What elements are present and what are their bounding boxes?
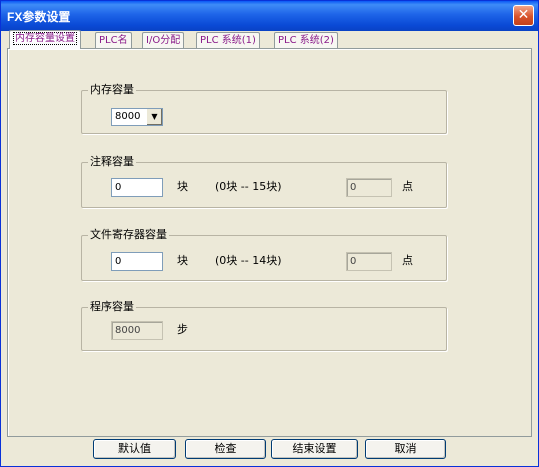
fx-parameter-settings-window: FX参数设置 ✕ 内存容量设置 PLC名 I/O分配 PLC 系统(1) PLC… bbox=[0, 0, 539, 467]
file-register-capacity-group: 文件寄存器容量 0 块 (0块 -- 14块) 0 点 bbox=[81, 228, 447, 281]
close-icon: ✕ bbox=[517, 7, 530, 23]
comment-points-unit: 点 bbox=[402, 180, 413, 193]
check-button[interactable]: 检查 bbox=[185, 439, 266, 459]
file-register-capacity-range: (0块 -- 14块) bbox=[215, 254, 282, 267]
default-values-button[interactable]: 默认值 bbox=[93, 439, 176, 459]
comment-points-value: 0 bbox=[346, 178, 392, 197]
tab-plc-name[interactable]: PLC名 bbox=[95, 32, 132, 49]
program-capacity-label: 程序容量 bbox=[88, 300, 136, 314]
comment-capacity-unit: 块 bbox=[177, 180, 188, 193]
chevron-down-icon[interactable]: ▼ bbox=[146, 109, 162, 125]
comment-capacity-group: 注释容量 0 块 (0块 -- 15块) 0 点 bbox=[81, 155, 447, 208]
memory-capacity-group: 内存容量 8000 ▼ bbox=[81, 83, 447, 134]
tab-io-assignment[interactable]: I/O分配 bbox=[142, 32, 185, 49]
file-register-points-unit: 点 bbox=[402, 254, 413, 267]
tab-plc-system-2[interactable]: PLC 系统(2) bbox=[274, 32, 338, 49]
tab-memory-capacity-settings[interactable]: 内存容量设置 bbox=[9, 30, 81, 49]
title-bar[interactable]: FX参数设置 ✕ bbox=[1, 1, 538, 31]
tab-plc-system-1[interactable]: PLC 系统(1) bbox=[196, 32, 260, 49]
memory-capacity-label: 内存容量 bbox=[88, 83, 136, 97]
window-title: FX参数设置 bbox=[7, 10, 71, 24]
program-capacity-value: 8000 bbox=[111, 321, 163, 340]
program-capacity-unit: 步 bbox=[177, 323, 188, 336]
cancel-button[interactable]: 取消 bbox=[365, 439, 446, 459]
comment-capacity-input[interactable]: 0 bbox=[111, 178, 163, 197]
file-register-capacity-label: 文件寄存器容量 bbox=[88, 228, 169, 242]
comment-capacity-label: 注释容量 bbox=[88, 155, 136, 169]
close-button[interactable]: ✕ bbox=[513, 5, 534, 26]
program-capacity-group: 程序容量 8000 步 bbox=[81, 300, 447, 351]
file-register-points-value: 0 bbox=[346, 252, 392, 271]
file-register-capacity-input[interactable]: 0 bbox=[111, 252, 163, 271]
finish-settings-button[interactable]: 结束设置 bbox=[271, 439, 358, 459]
file-register-capacity-unit: 块 bbox=[177, 254, 188, 267]
comment-capacity-range: (0块 -- 15块) bbox=[215, 180, 282, 193]
memory-capacity-select[interactable]: 8000 ▼ bbox=[111, 108, 163, 126]
tab-panel: 内存容量 8000 ▼ 注释容量 0 块 (0块 -- 15块) 0 点 文件寄… bbox=[7, 48, 532, 437]
